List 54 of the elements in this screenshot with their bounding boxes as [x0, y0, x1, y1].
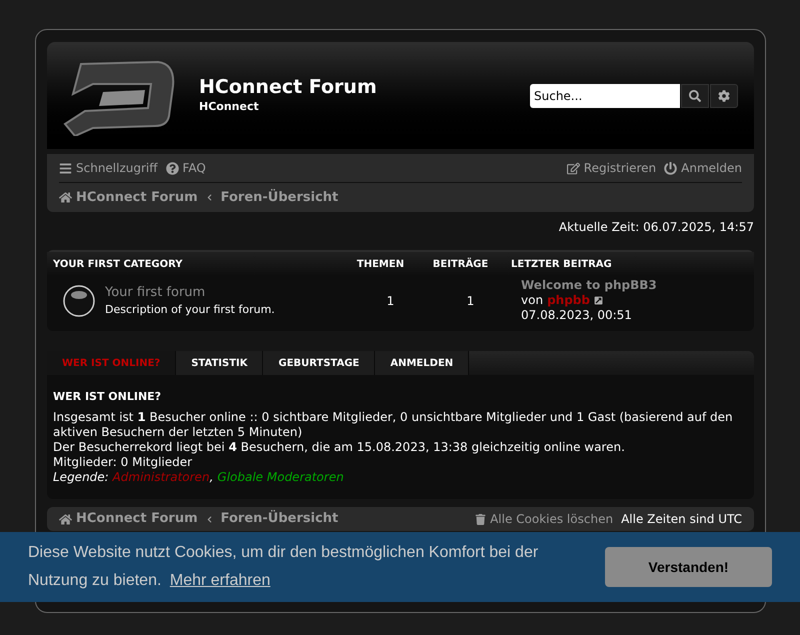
accept-button[interactable]: Verstanden! — [605, 547, 772, 587]
search-field[interactable]: Suche... — [530, 84, 680, 108]
column-header: LETZTER BEITRAG — [510, 258, 612, 272]
cookie-message: Diese Website nutzt Cookies, um dir den bestmöglichen Komfort bei der Nutzung zu bieten. Mehr erfahren — [28, 543, 540, 591]
by-label: von — [521, 293, 544, 308]
info-tab[interactable]: GEBURTSTAGE — [263, 351, 376, 375]
help-icon — [166, 162, 179, 174]
nav-link[interactable]: Registrieren — [566, 159, 656, 177]
forum-status-icon — [63, 284, 95, 316]
settings-button[interactable] — [710, 84, 738, 108]
info-tab[interactable]: ANMELDEN — [375, 351, 470, 375]
nav-link[interactable]: FAQ — [166, 159, 206, 177]
legend-group-link[interactable]: Globale Moderatoren — [217, 470, 344, 485]
forum-title-link[interactable]: Your first forum — [105, 282, 353, 302]
breadcrumb-link[interactable]: Foren-Übersicht — [220, 188, 338, 208]
search-icon — [689, 90, 701, 102]
view-post-icon[interactable] — [594, 296, 603, 305]
column-header: THEMEN — [356, 258, 406, 272]
power-icon — [664, 162, 678, 174]
section-heading: WER IST ONLINE? — [53, 389, 162, 404]
site-subtitle: HConnect — [199, 99, 260, 116]
legend-separator: , — [210, 470, 214, 485]
trash-icon — [475, 514, 486, 524]
settings-icon — [718, 90, 730, 102]
chevron-icon — [206, 194, 213, 201]
posts-count: 1 — [466, 292, 476, 310]
info-tab[interactable]: STATISTIK — [176, 351, 264, 375]
last-post-link[interactable]: Welcome to phpBB3 — [521, 278, 657, 293]
delete-cookies-link[interactable]: Alle Cookies löschen — [475, 510, 614, 528]
timezone-label: Alle Zeiten sind UTC — [621, 511, 742, 528]
edit-icon — [566, 162, 580, 174]
breadcrumb-link[interactable]: Foren-Übersicht — [220, 509, 338, 529]
topics-count: 1 — [386, 292, 396, 310]
site-title: HConnect Forum — [199, 75, 377, 100]
more-info-link[interactable]: Mehr erfahren — [170, 572, 270, 589]
nav-link[interactable]: Anmelden — [664, 159, 742, 177]
menu-icon — [59, 162, 72, 174]
chevron-icon — [206, 516, 213, 522]
forum-description: Description of your first forum. — [105, 302, 276, 318]
current-time: Aktuelle Zeit: 06.07.2025, 14:57 — [558, 219, 754, 236]
search-button[interactable] — [681, 84, 709, 108]
info-tab[interactable]: WER IST ONLINE? — [47, 351, 176, 375]
home-icon — [59, 191, 72, 204]
online-text: Mitglieder: 0 Mitglieder — [53, 455, 194, 470]
last-post-date: 07.08.2023, 00:51 — [521, 308, 633, 323]
online-text: Der Besucherrekord liegt bei 4 Besuchern, die am 15.08.2023, 13:38 gleichzeitig online waren. — [53, 440, 626, 455]
column-header: YOUR FIRST CATEGORY — [53, 258, 184, 272]
home-icon — [59, 512, 72, 526]
legend-label: Legende: — [53, 470, 110, 485]
online-text: Insgesamt ist 1 Besucher online :: 0 sichtbare Mitglieder, 0 unsichtbare Mitglieder und 1 Gast (basierend auf den aktiven Besuchern der letzten 5 Minuten) — [53, 410, 734, 440]
column-header: BEITRÄGE — [432, 256, 490, 272]
breadcrumb-link[interactable]: HConnect Forum — [76, 509, 198, 529]
nav-link[interactable]: Schnellzugriff — [59, 159, 158, 177]
breadcrumb-link[interactable]: HConnect Forum — [76, 188, 198, 208]
